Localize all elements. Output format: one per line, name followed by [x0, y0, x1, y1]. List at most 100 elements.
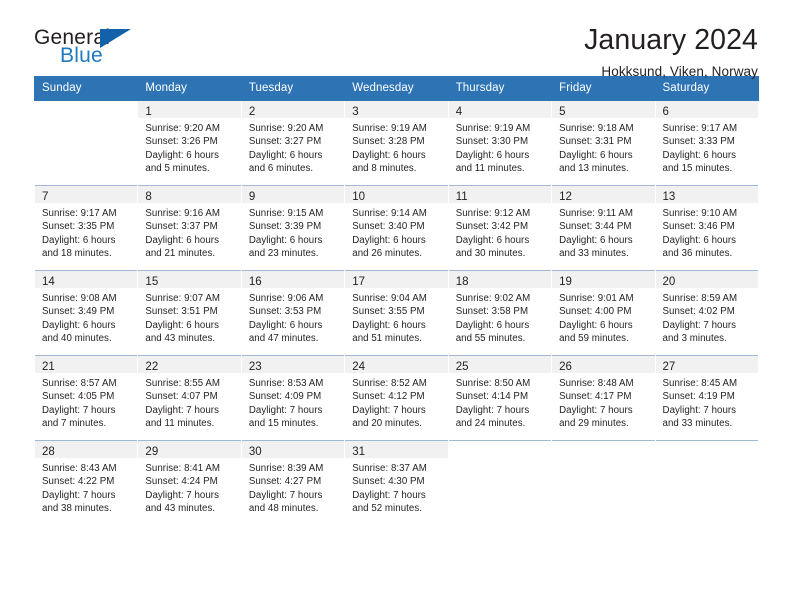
sunrise-text: Sunrise: 8:57 AM — [42, 378, 117, 389]
brand-name-blue: Blue — [60, 44, 103, 67]
daylight-text: Daylight: 7 hours — [662, 404, 737, 416]
sunset-text: Sunset: 3:30 PM — [455, 136, 529, 148]
calendar-day-cell[interactable]: 9 Sunrise: 9:15 AM Sunset: 3:39 PM Dayli… — [240, 185, 346, 271]
calendar-day-cell — [654, 440, 759, 525]
calendar-day-cell[interactable]: 5 Sunrise: 9:18 AM Sunset: 3:31 PM Dayli… — [551, 100, 656, 186]
day-number: 9 — [248, 191, 256, 203]
sunrise-text: Sunrise: 8:52 AM — [352, 378, 427, 389]
daylight-text-cont: and 24 minutes. — [455, 418, 526, 430]
sunrise-text: Sunrise: 9:08 AM — [42, 293, 117, 304]
calendar-day-cell[interactable]: 8 Sunrise: 9:16 AM Sunset: 3:37 PM Dayli… — [137, 185, 242, 271]
daylight-text-cont: and 11 minutes. — [145, 418, 215, 430]
day-number: 31 — [352, 446, 366, 458]
sunrise-text: Sunrise: 9:20 AM — [145, 123, 220, 134]
page-header: General Blue January 2024 Hokksund, Vike… — [34, 0, 758, 79]
daylight-text-cont: and 33 minutes. — [559, 248, 629, 260]
day-number: 7 — [42, 191, 49, 203]
calendar-day-cell[interactable]: 27 Sunrise: 8:45 AM Sunset: 4:19 PM Dayl… — [654, 355, 759, 441]
daylight-text: Daylight: 7 hours — [248, 489, 323, 501]
sunrise-text: Sunrise: 9:12 AM — [455, 208, 531, 219]
day-number: 15 — [145, 276, 159, 288]
calendar-day-cell[interactable]: 4 Sunrise: 9:19 AM Sunset: 3:30 PM Dayli… — [447, 100, 553, 186]
day-number: 10 — [352, 191, 366, 203]
calendar-day-cell[interactable]: 17 Sunrise: 9:04 AM Sunset: 3:55 PM Dayl… — [344, 270, 449, 356]
sunset-text: Sunset: 3:53 PM — [248, 306, 322, 318]
calendar-day-cell[interactable]: 31 Sunrise: 8:37 AM Sunset: 4:30 PM Dayl… — [344, 440, 449, 525]
sunset-text: Sunset: 3:27 PM — [248, 136, 322, 148]
daylight-text-cont: and 29 minutes. — [559, 418, 629, 430]
calendar-day-cell[interactable]: 3 Sunrise: 9:19 AM Sunset: 3:28 PM Dayli… — [344, 100, 449, 186]
calendar-day-cell[interactable]: 12 Sunrise: 9:11 AM Sunset: 3:44 PM Dayl… — [551, 185, 656, 271]
daylight-text-cont: and 47 minutes. — [248, 333, 319, 345]
daylight-text-cont: and 6 minutes. — [248, 163, 314, 175]
sunrise-text: Sunrise: 8:37 AM — [352, 463, 427, 474]
daylight-text-cont: and 52 minutes. — [352, 503, 422, 515]
calendar-day-cell[interactable]: 16 Sunrise: 9:06 AM Sunset: 3:53 PM Dayl… — [240, 270, 346, 356]
sunset-text: Sunset: 4:00 PM — [559, 306, 632, 318]
calendar-day-cell — [551, 440, 656, 525]
sunset-text: Sunset: 3:26 PM — [145, 136, 218, 148]
daylight-text: Daylight: 6 hours — [662, 149, 737, 161]
daylight-text: Daylight: 7 hours — [352, 404, 426, 416]
sunset-text: Sunset: 4:17 PM — [559, 391, 632, 403]
calendar-day-cell[interactable]: 10 Sunrise: 9:14 AM Sunset: 3:40 PM Dayl… — [344, 185, 449, 271]
daylight-text: Daylight: 7 hours — [352, 489, 426, 501]
sunset-text: Sunset: 4:12 PM — [352, 391, 425, 403]
daylight-text: Daylight: 7 hours — [559, 404, 633, 416]
sunset-text: Sunset: 3:51 PM — [145, 306, 218, 318]
day-number: 16 — [248, 276, 262, 288]
sunrise-text: Sunrise: 9:17 AM — [662, 123, 738, 134]
sunrise-text: Sunrise: 9:20 AM — [248, 123, 324, 134]
sunrise-text: Sunrise: 9:19 AM — [455, 123, 531, 134]
daylight-text: Daylight: 7 hours — [248, 404, 323, 416]
sunset-text: Sunset: 4:05 PM — [42, 391, 115, 403]
day-number: 17 — [352, 276, 366, 288]
sunrise-text: Sunrise: 8:50 AM — [455, 378, 531, 389]
calendar-day-cell[interactable]: 1 Sunrise: 9:20 AM Sunset: 3:26 PM Dayli… — [137, 100, 242, 186]
calendar-body: 1 Sunrise: 9:20 AM Sunset: 3:26 PM Dayli… — [33, 100, 759, 525]
calendar-day-cell[interactable]: 20 Sunrise: 8:59 AM Sunset: 4:02 PM Dayl… — [654, 270, 759, 356]
calendar-day-cell[interactable]: 24 Sunrise: 8:52 AM Sunset: 4:12 PM Dayl… — [344, 355, 449, 441]
weekday-header-tuesday: Tuesday — [240, 76, 346, 101]
calendar-day-cell[interactable]: 19 Sunrise: 9:01 AM Sunset: 4:00 PM Dayl… — [551, 270, 656, 356]
calendar-day-cell[interactable]: 23 Sunrise: 8:53 AM Sunset: 4:09 PM Dayl… — [240, 355, 346, 441]
daylight-text-cont: and 59 minutes. — [559, 333, 629, 345]
calendar-day-cell[interactable]: 22 Sunrise: 8:55 AM Sunset: 4:07 PM Dayl… — [137, 355, 242, 441]
weekday-header-monday: Monday — [137, 76, 242, 101]
calendar-day-cell[interactable]: 15 Sunrise: 9:07 AM Sunset: 3:51 PM Dayl… — [137, 270, 242, 356]
daylight-text-cont: and 5 minutes. — [145, 163, 210, 175]
calendar-day-cell[interactable]: 2 Sunrise: 9:20 AM Sunset: 3:27 PM Dayli… — [240, 100, 346, 186]
calendar-day-cell[interactable]: 28 Sunrise: 8:43 AM Sunset: 4:22 PM Dayl… — [33, 440, 139, 525]
weekday-header-thursday: Thursday — [447, 76, 553, 101]
sunrise-text: Sunrise: 8:48 AM — [559, 378, 634, 389]
daylight-text-cont: and 3 minutes. — [662, 333, 727, 345]
calendar-day-cell[interactable]: 30 Sunrise: 8:39 AM Sunset: 4:27 PM Dayl… — [240, 440, 346, 525]
sunset-text: Sunset: 4:27 PM — [248, 476, 322, 488]
daylight-text: Daylight: 6 hours — [352, 149, 426, 161]
calendar-day-cell[interactable]: 13 Sunrise: 9:10 AM Sunset: 3:46 PM Dayl… — [654, 185, 759, 271]
calendar-day-cell[interactable]: 14 Sunrise: 9:08 AM Sunset: 3:49 PM Dayl… — [33, 270, 139, 356]
daylight-text-cont: and 33 minutes. — [662, 418, 733, 430]
day-number: 18 — [455, 276, 469, 288]
calendar-day-cell[interactable]: 6 Sunrise: 9:17 AM Sunset: 3:33 PM Dayli… — [654, 100, 759, 186]
calendar-day-cell[interactable]: 11 Sunrise: 9:12 AM Sunset: 3:42 PM Dayl… — [447, 185, 553, 271]
calendar-header-row: Sunday Monday Tuesday Wednesday Thursday… — [33, 76, 759, 101]
day-number: 30 — [248, 446, 262, 458]
daylight-text-cont: and 8 minutes. — [352, 163, 417, 175]
calendar-day-cell[interactable]: 26 Sunrise: 8:48 AM Sunset: 4:17 PM Dayl… — [551, 355, 656, 441]
sunset-text: Sunset: 4:24 PM — [145, 476, 218, 488]
sunset-text: Sunset: 3:40 PM — [352, 221, 425, 233]
calendar-day-cell[interactable]: 18 Sunrise: 9:02 AM Sunset: 3:58 PM Dayl… — [447, 270, 553, 356]
sunset-text: Sunset: 3:42 PM — [455, 221, 529, 233]
calendar-day-cell[interactable]: 25 Sunrise: 8:50 AM Sunset: 4:14 PM Dayl… — [447, 355, 553, 441]
calendar-day-cell[interactable]: 29 Sunrise: 8:41 AM Sunset: 4:24 PM Dayl… — [137, 440, 242, 525]
daylight-text: Daylight: 6 hours — [662, 234, 737, 246]
brand-triangle-icon — [100, 29, 131, 48]
daylight-text-cont: and 30 minutes. — [455, 248, 526, 260]
calendar-day-cell[interactable]: 7 Sunrise: 9:17 AM Sunset: 3:35 PM Dayli… — [33, 185, 139, 271]
daylight-text-cont: and 7 minutes. — [42, 418, 107, 430]
day-number: 23 — [248, 361, 262, 373]
calendar-page: General Blue January 2024 Hokksund, Vike… — [0, 0, 792, 612]
calendar-day-cell — [447, 440, 553, 525]
calendar-day-cell[interactable]: 21 Sunrise: 8:57 AM Sunset: 4:05 PM Dayl… — [33, 355, 139, 441]
